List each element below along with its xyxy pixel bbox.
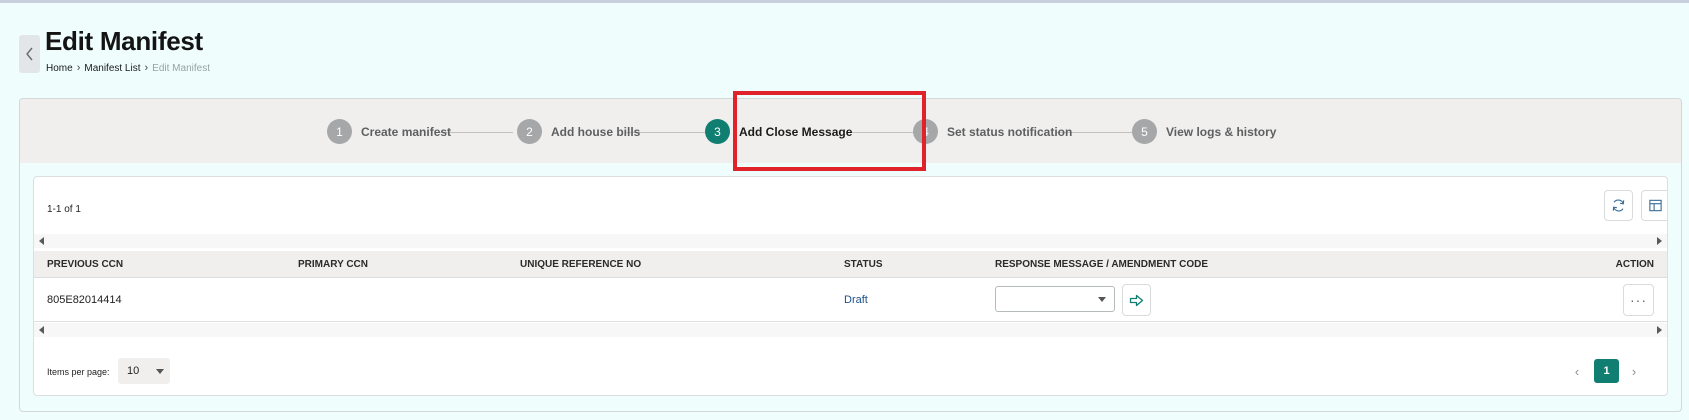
chevron-down-icon [156,369,164,374]
scroll-left-icon[interactable] [39,326,44,334]
scroll-right-icon[interactable] [1657,326,1662,334]
highlight-annotation [733,91,926,171]
breadcrumb-current: Edit Manifest [152,62,210,74]
step-view-logs-history[interactable]: 5 View logs & history [1132,119,1276,144]
column-header-status: STATUS [844,259,883,270]
items-per-page-value: 10 [127,365,140,377]
column-header-previous-ccn: PREVIOUS CCN [47,259,124,270]
table-row: 805E82014414 Draft ··· [34,278,1667,322]
breadcrumb-separator-icon: › [76,62,81,74]
chevron-left-icon: ‹ [1574,363,1580,379]
step-label: View logs & history [1166,124,1277,139]
step-number: 1 [327,119,352,144]
scroll-left-icon[interactable] [39,237,44,245]
column-header-primary-ccn: PRIMARY CCN [298,259,369,270]
step-label: Create manifest [361,124,452,139]
column-header-unique-reference-no: UNIQUE REFERENCE NO [520,259,642,270]
step-label: Add house bills [551,124,641,139]
arrow-right-icon [1129,294,1144,306]
breadcrumb: Home › Manifest List › Edit Manifest [46,62,210,74]
row-actions-button[interactable]: ··· [1623,284,1654,316]
next-page-button[interactable]: › [1624,360,1644,382]
cell-previous-ccn: 805E82014414 [47,294,122,306]
step-label: Set status notification [947,124,1073,139]
breadcrumb-manifest-list[interactable]: Manifest List [84,63,140,74]
scroll-right-icon[interactable] [1657,237,1662,245]
horizontal-scrollbar-top[interactable] [34,234,1667,248]
status-link[interactable]: Draft [844,294,868,306]
more-horizontal-icon: ··· [1630,292,1647,308]
submit-response-button[interactable] [1122,284,1151,316]
refresh-button[interactable] [1604,190,1633,221]
step-set-status-notification[interactable]: 4 Set status notification [913,119,1072,144]
record-count: 1-1 of 1 [47,204,81,215]
table-panel: 1-1 of 1 PREVIOUS CCN PRIMARY CCN UNIQUE… [33,176,1668,396]
columns-button[interactable] [1641,190,1667,221]
page-number-button[interactable]: 1 [1594,359,1619,383]
chevron-left-icon [25,47,33,61]
horizontal-scrollbar-bottom[interactable] [34,323,1667,337]
page-title: Edit Manifest [45,26,203,56]
step-add-house-bills[interactable]: 2 Add house bills [517,119,640,144]
chevron-right-icon: › [1631,363,1637,379]
back-button[interactable] [19,35,40,73]
step-create-manifest[interactable]: 1 Create manifest [327,119,451,144]
column-header-response-message: RESPONSE MESSAGE / AMENDMENT CODE [995,259,1208,270]
breadcrumb-separator-icon: › [144,62,149,74]
refresh-icon [1612,199,1625,212]
breadcrumb-home[interactable]: Home [46,63,73,74]
items-per-page-select[interactable]: 10 [118,358,170,384]
table-header: PREVIOUS CCN PRIMARY CCN UNIQUE REFERENC… [34,251,1667,278]
layout-columns-icon [1649,199,1662,212]
previous-page-button[interactable]: ‹ [1567,360,1587,382]
response-message-select[interactable] [995,286,1115,312]
chevron-down-icon [1098,297,1106,302]
step-number: 3 [705,119,730,144]
items-per-page-label: Items per page: [47,367,110,377]
step-number: 2 [517,119,542,144]
step-number: 5 [1132,119,1157,144]
top-border [0,0,1689,3]
column-header-action: ACTION [1615,259,1654,270]
